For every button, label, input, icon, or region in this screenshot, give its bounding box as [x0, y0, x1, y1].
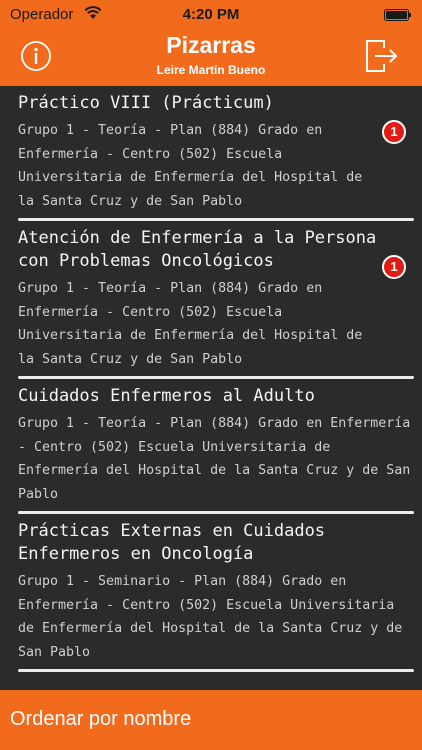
boards-list: Práctico VIII (Prácticum) Grupo 1 - Teor…	[0, 86, 422, 690]
battery-icon	[384, 9, 411, 21]
list-item[interactable]: Atención de Enfermería a la Persona con …	[0, 221, 422, 379]
sort-by-name-button[interactable]: Ordenar por nombre	[10, 708, 191, 731]
course-title: Práctico VIII (Prácticum)	[18, 93, 274, 113]
course-title: Prácticas Externas en Cuidados Enfermero…	[18, 521, 326, 564]
user-name: Leire Martín Bueno	[156, 63, 266, 77]
course-title: Cuidados Enfermeros al Adulto	[18, 386, 315, 406]
divider	[18, 669, 414, 672]
status-bar: Operador 4:20 PM	[0, 0, 422, 30]
course-title: Atención de Enfermería a la Persona con …	[18, 228, 377, 271]
page-title: Pizarras	[166, 32, 256, 58]
list-item[interactable]: Prácticas Externas en Cuidados Enfermero…	[0, 514, 422, 672]
navigation-bar: Pizarras Leire Martín Bueno	[0, 30, 422, 86]
course-detail: Grupo 1 - Teoría - Plan (884) Grado en E…	[18, 281, 363, 367]
notification-badge: 1	[382, 120, 406, 144]
notification-badge: 1	[382, 255, 406, 279]
course-detail: Grupo 1 - Teoría - Plan (884) Grado en E…	[18, 123, 363, 209]
course-detail: Grupo 1 - Teoría - Plan (884) Grado en E…	[18, 416, 411, 502]
bottom-toolbar: Ordenar por nombre	[0, 690, 422, 750]
clock: 4:20 PM	[182, 6, 240, 23]
list-item[interactable]: Cuidados Enfermeros al Adulto Grupo 1 - …	[0, 379, 422, 514]
course-detail: Grupo 1 - Seminario - Plan (884) Grado e…	[18, 574, 403, 660]
list-item[interactable]: Práctico VIII (Prácticum) Grupo 1 - Teor…	[0, 86, 422, 221]
logout-icon[interactable]	[364, 38, 400, 74]
